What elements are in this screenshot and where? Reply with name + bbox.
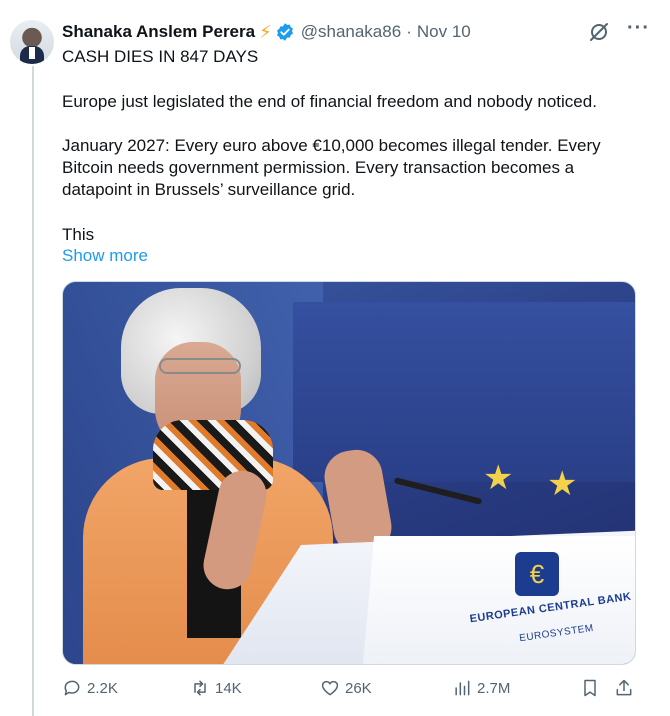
- tweet-paragraph: This: [62, 225, 95, 244]
- tweet-header: Shanaka Anslem Perera ⚡ @shanaka86 · Nov…: [62, 18, 650, 46]
- show-more-link[interactable]: Show more: [62, 246, 148, 266]
- star-icon: ★: [483, 459, 514, 497]
- views-count: 2.7M: [477, 679, 511, 697]
- bolt-icon: ⚡: [259, 21, 272, 42]
- tweet-image[interactable]: ★ ★ € EUROPEAN CENTRAL BANK EUROSYSTEM: [62, 281, 636, 665]
- share-icon: [616, 679, 632, 696]
- thread-line: [32, 66, 34, 716]
- heart-icon: [321, 680, 339, 696]
- tweet-paragraph: Europe just legislated the end of financ…: [62, 92, 597, 111]
- views-button[interactable]: 2.7M: [452, 678, 510, 698]
- tweet-date[interactable]: Nov 10: [417, 22, 471, 42]
- like-button[interactable]: 26K: [320, 678, 372, 698]
- reply-count: 2.2K: [87, 679, 118, 697]
- share-button[interactable]: [614, 678, 634, 698]
- repost-count: 14K: [215, 679, 242, 697]
- ecb-logo: €: [515, 552, 559, 596]
- like-count: 26K: [345, 679, 372, 697]
- action-bar: 2.2K 14K 26K 2.7M: [62, 678, 642, 702]
- grok-icon[interactable]: [587, 20, 611, 44]
- star-icon: ★: [547, 465, 578, 503]
- views-chart-icon: [455, 680, 470, 696]
- author-name[interactable]: Shanaka Anslem Perera: [62, 22, 255, 42]
- tweet-headline: CASH DIES IN 847 DAYS: [62, 47, 259, 66]
- reply-icon: [64, 680, 80, 696]
- author-handle[interactable]: @shanaka86: [301, 22, 401, 42]
- more-options-icon[interactable]: ···: [627, 18, 650, 38]
- repost-icon: [194, 680, 206, 696]
- tweet-paragraph: January 2027: Every euro above €10,000 b…: [62, 136, 601, 199]
- repost-button[interactable]: 14K: [190, 678, 242, 698]
- separator-dot: ·: [406, 22, 412, 41]
- bookmark-icon: [584, 679, 596, 697]
- avatar[interactable]: [10, 20, 54, 64]
- verified-badge-icon: [275, 22, 295, 42]
- bookmark-button[interactable]: [580, 678, 600, 698]
- reply-button[interactable]: 2.2K: [62, 678, 118, 698]
